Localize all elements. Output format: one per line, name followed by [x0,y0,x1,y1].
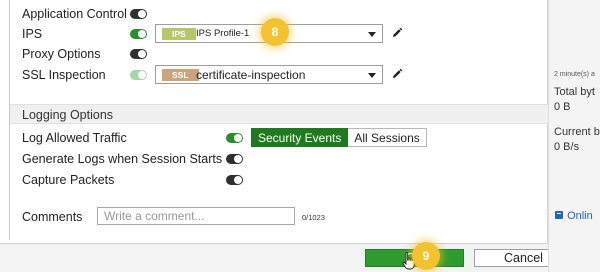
ips-profile-value: IPS Profile-1 [196,28,250,39]
chevron-down-icon [368,32,376,37]
security-events-option[interactable]: Security Events [251,128,349,147]
current-bytes-label: Current b [554,126,600,138]
chevron-down-icon [368,73,376,78]
proxy-options-toggle[interactable] [130,49,147,59]
capture-packets-label: Capture Packets [22,173,115,187]
online-help-label: Onlin [567,210,593,222]
ssl-profile-select[interactable]: SSL certificate-inspection [155,65,383,84]
generate-logs-toggle[interactable] [226,154,243,164]
current-bytes-value: 0 B/s [554,141,580,153]
stage: Application Control IPS IPS IPS Profile-… [0,0,600,272]
ips-toggle[interactable] [130,29,147,39]
step-8-badge: 8 [261,18,289,46]
ssl-inspection-toggle[interactable] [130,70,147,80]
dialog-left-edge [0,0,10,240]
proxy-options-label: Proxy Options [22,47,101,61]
logging-options-title: Logging Options [22,108,114,122]
log-traffic-mode-segment: Security Events All Sessions [251,128,427,147]
log-allowed-traffic-label: Log Allowed Traffic [22,131,127,145]
step-9-badge: 9 [412,242,440,270]
edit-ssl-pencil-icon[interactable] [391,68,403,80]
ssl-inspection-label: SSL Inspection [22,68,106,82]
capture-packets-toggle[interactable] [226,175,243,185]
generate-logs-label: Generate Logs when Session Starts [22,152,223,166]
online-help-link[interactable]: Onlin [554,210,593,222]
ssl-profile-value: certificate-inspection [196,68,306,82]
logging-options-header: Logging Options [10,104,548,124]
dialog-footer [0,243,548,272]
log-allowed-traffic-toggle[interactable] [226,133,243,143]
application-control-toggle[interactable] [130,9,147,19]
total-bytes-label: Total byt [554,86,595,98]
comment-char-counter: 0/1023 [302,213,325,222]
edit-ips-pencil-icon[interactable] [391,27,403,39]
timestamp-text: 2 minute(s) a [554,71,595,78]
all-sessions-option[interactable]: All Sessions [348,128,427,147]
total-bytes-value: 0 B [554,101,571,113]
application-control-label: Application Control [22,7,127,21]
ips-label: IPS [22,27,43,41]
ips-tag: IPS [162,28,196,40]
comments-input[interactable]: Write a comment... [97,207,295,225]
background-session-panel: 2 minute(s) a Total byt 0 B Current b 0 … [548,0,600,272]
comments-label: Comments [22,210,83,224]
book-icon [555,211,563,219]
ssl-tag: SSL [162,69,199,81]
